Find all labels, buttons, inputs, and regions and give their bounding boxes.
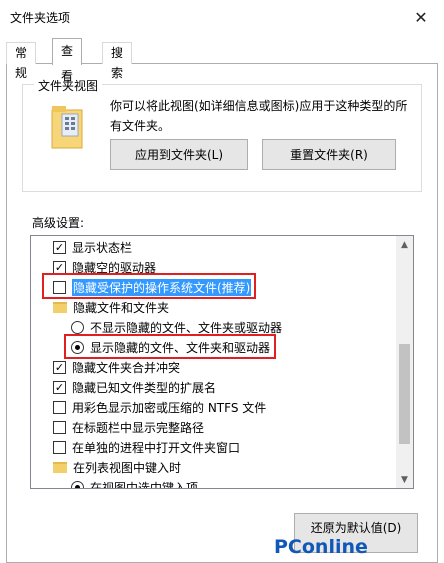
window-title: 文件夹选项	[10, 11, 71, 25]
radio-button[interactable]	[71, 320, 84, 334]
reset-folders-button[interactable]: 重置文件夹(R)	[262, 139, 396, 170]
list-item-label: 不显示隐藏的文件、文件夹或驱动器	[90, 320, 283, 335]
scroll-up-icon[interactable]: ▲	[396, 236, 413, 253]
checkbox[interactable]: ✓	[53, 360, 66, 374]
list-item-hide-merge-conflicts[interactable]: ✓ 隐藏文件夹合并冲突	[53, 357, 180, 377]
list-item-label: 用彩色显示加密或压缩的 NTFS 文件	[72, 400, 267, 415]
checkbox[interactable]: ✓	[53, 380, 66, 394]
list-item-label: 隐藏文件和文件夹	[73, 300, 170, 315]
highlight-box-protected-files	[42, 273, 256, 299]
radio-button[interactable]	[71, 480, 84, 488]
highlight-box-show-hidden	[64, 334, 276, 359]
list-item-label: 在标题栏中显示完整路径	[72, 420, 205, 435]
tab-search[interactable]: 搜索	[102, 42, 133, 80]
advanced-settings-label: 高级设置:	[32, 216, 85, 230]
list-item-typing-in-list-view: 在列表视图中键入时	[53, 457, 181, 477]
list-item-full-path-title[interactable]: 在标题栏中显示完整路径	[53, 417, 204, 437]
vertical-scrollbar[interactable]: ▲ ▼	[396, 236, 413, 488]
checkbox[interactable]	[53, 420, 66, 434]
tab-view[interactable]: 查看	[52, 38, 83, 83]
folder-icon	[53, 301, 67, 313]
list-item-label: 显示状态栏	[72, 240, 133, 255]
list-item-color-ntfs[interactable]: 用彩色显示加密或压缩的 NTFS 文件	[53, 397, 266, 417]
list-item-separate-process[interactable]: 在单独的进程中打开文件夹窗口	[53, 437, 240, 457]
list-item-label: 隐藏已知文件类型的扩展名	[72, 380, 217, 395]
checkbox[interactable]	[53, 440, 66, 454]
apply-to-folders-button[interactable]: 应用到文件夹(L)	[110, 139, 248, 170]
list-item-hidden-files-folders: 隐藏文件和文件夹	[53, 297, 169, 317]
list-item-label: 在视图中选中键入项	[90, 480, 199, 489]
scrollbar-thumb[interactable]	[399, 344, 410, 444]
list-item-hide-extensions[interactable]: ✓ 隐藏已知文件类型的扩展名	[53, 377, 216, 397]
watermark-logo: PConline	[274, 538, 368, 557]
close-icon[interactable]: ✕	[398, 0, 444, 34]
radio-select-typed-item[interactable]: 在视图中选中键入项	[71, 477, 199, 489]
folder-view-icon	[51, 106, 83, 149]
checkbox[interactable]: ✓	[53, 240, 66, 254]
folder-icon	[53, 461, 67, 473]
list-item-show-status-bar[interactable]: ✓ 显示状态栏	[53, 237, 132, 257]
checkbox[interactable]: ✓	[53, 260, 66, 274]
list-item-label: 隐藏文件夹合并冲突	[72, 360, 181, 375]
list-item-label: 在列表视图中键入时	[73, 460, 182, 475]
scroll-down-icon[interactable]: ▼	[396, 471, 413, 488]
folder-views-description: 你可以将此视图(如详细信息或图标)应用于这种类型的所有文件夹。	[110, 99, 408, 133]
tab-general[interactable]: 常规	[6, 42, 37, 80]
list-item-label: 在单独的进程中打开文件夹窗口	[72, 440, 241, 455]
checkbox[interactable]	[53, 400, 66, 414]
title-bar: 文件夹选项 ✕	[0, 0, 444, 34]
